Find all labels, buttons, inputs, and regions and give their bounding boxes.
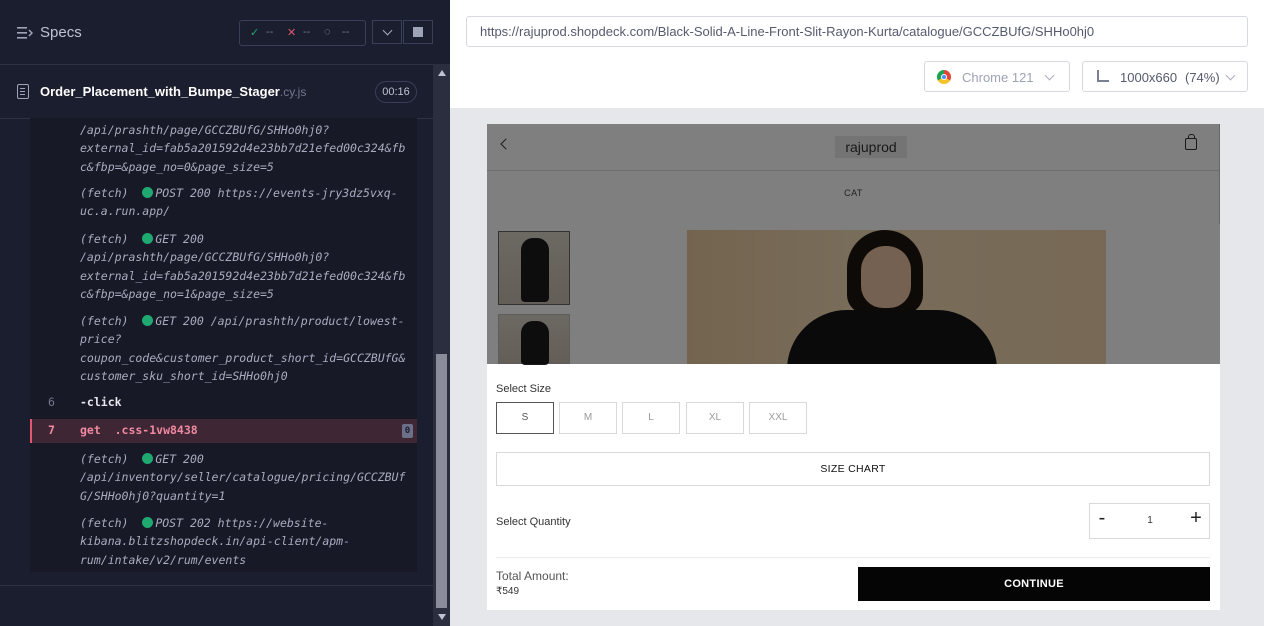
- log-footer-divider: [0, 585, 433, 586]
- select-size-label: Select Size: [496, 383, 552, 395]
- spec-header: Order_Placement_with_Bumpe_Stager.cy.js …: [0, 64, 433, 119]
- size-option-l[interactable]: L: [622, 402, 680, 434]
- continue-button[interactable]: CONTINUE: [858, 567, 1210, 601]
- specs-label[interactable]: Specs: [40, 24, 82, 41]
- log-scrollbar[interactable]: [433, 64, 450, 626]
- viewport-info[interactable]: 1000x660 (74%): [1082, 61, 1248, 92]
- active-command-row[interactable]: 7 get .css-1vw8438 0: [30, 419, 417, 443]
- command-log: /api/prashth/page/GCCZBUfG/SHHo0hj0? ext…: [30, 118, 417, 572]
- log-entry[interactable]: /api/prashth/page/GCCZBUfG/SHHo0hj0? ext…: [80, 121, 415, 176]
- page-scrollbar[interactable]: [1219, 124, 1220, 224]
- aut-viewport: rajuprod CAT Select Size S M L XL XXL SI…: [487, 124, 1220, 610]
- footer-divider: [496, 557, 1210, 558]
- status-dot-icon: [142, 517, 154, 528]
- browser-name: Chrome 121: [962, 70, 1034, 85]
- log-entry[interactable]: (fetch) GET 200 /api/prashth/page/GCCZBU…: [80, 230, 415, 303]
- file-icon: [17, 84, 29, 99]
- total-amount-value: ₹549: [496, 586, 520, 597]
- specs-list-icon[interactable]: [17, 26, 33, 40]
- select-quantity-label: Select Quantity: [496, 516, 571, 528]
- scroll-up-icon[interactable]: [438, 70, 446, 76]
- element-count-badge: 0: [402, 424, 413, 438]
- product-page-top: rajuprod CAT: [487, 124, 1220, 365]
- dim-overlay: [487, 124, 1220, 364]
- runner-topbar: Specs ✓ -- ✕ -- ◌ --: [0, 0, 450, 65]
- passed-icon: ✓: [250, 27, 260, 39]
- step-number: 7: [48, 423, 55, 437]
- viewport-zoom: (74%): [1185, 70, 1220, 85]
- total-amount-label: Total Amount:: [496, 569, 569, 583]
- quantity-value: 1: [1147, 515, 1153, 526]
- step-number: 6: [48, 395, 55, 409]
- status-dot-icon: [142, 187, 154, 198]
- status-dot-icon: [142, 315, 154, 326]
- status-dot-icon: [142, 453, 154, 464]
- size-option-m[interactable]: M: [559, 402, 617, 434]
- spec-timer: 00:16: [375, 81, 417, 103]
- size-option-s[interactable]: S: [496, 402, 554, 434]
- test-stats: ✓ -- ✕ -- ◌ --: [239, 20, 366, 46]
- command-click[interactable]: -click: [80, 395, 122, 409]
- chevron-down-icon: [1044, 70, 1055, 81]
- quantity-stepper: - 1 +: [1089, 503, 1210, 539]
- aut-panel: https://rajuprod.shopdeck.com/Black-Soli…: [450, 0, 1264, 626]
- pending-icon: ◌: [324, 26, 331, 38]
- expand-button[interactable]: [372, 20, 402, 44]
- stop-icon: [413, 27, 423, 37]
- chevron-down-icon: [1225, 70, 1236, 81]
- chevron-down-icon: [382, 25, 393, 36]
- pending-count: --: [342, 26, 350, 38]
- failed-count: --: [303, 26, 311, 38]
- ruler-icon: [1097, 70, 1109, 82]
- log-entry[interactable]: (fetch) GET 200 /api/inventory/seller/ca…: [80, 450, 415, 505]
- scroll-down-icon[interactable]: [438, 614, 446, 620]
- log-entry[interactable]: (fetch) GET 200 /api/prashth/product/low…: [80, 312, 415, 385]
- status-dot-icon: [142, 233, 154, 244]
- size-option-xl[interactable]: XL: [686, 402, 744, 434]
- passed-count: --: [266, 26, 274, 38]
- log-entry[interactable]: (fetch) POST 200 https://events-jry3dz5v…: [80, 184, 415, 221]
- browser-header: https://rajuprod.shopdeck.com/Black-Soli…: [450, 0, 1264, 108]
- command-get: get .css-1vw8438: [80, 423, 198, 437]
- stop-button[interactable]: [403, 20, 433, 44]
- url-bar[interactable]: https://rajuprod.shopdeck.com/Black-Soli…: [466, 16, 1248, 47]
- decrease-quantity-button[interactable]: -: [1095, 507, 1109, 530]
- spec-file-name: Order_Placement_with_Bumpe_Stager.cy.js: [40, 84, 307, 99]
- size-chart-button[interactable]: SIZE CHART: [496, 452, 1210, 486]
- chrome-icon: [937, 70, 951, 84]
- size-option-xxl[interactable]: XXL: [749, 402, 807, 434]
- log-entry[interactable]: (fetch) POST 202 https://website- kibana…: [80, 514, 415, 569]
- scroll-thumb[interactable]: [436, 354, 447, 608]
- failed-icon: ✕: [287, 27, 297, 39]
- cypress-runner-panel: Specs ✓ -- ✕ -- ◌ -- Order_Placement_wit…: [0, 0, 450, 626]
- viewport-size: 1000x660: [1120, 70, 1178, 85]
- browser-selector[interactable]: Chrome 121: [924, 61, 1070, 92]
- increase-quantity-button[interactable]: +: [1189, 507, 1203, 530]
